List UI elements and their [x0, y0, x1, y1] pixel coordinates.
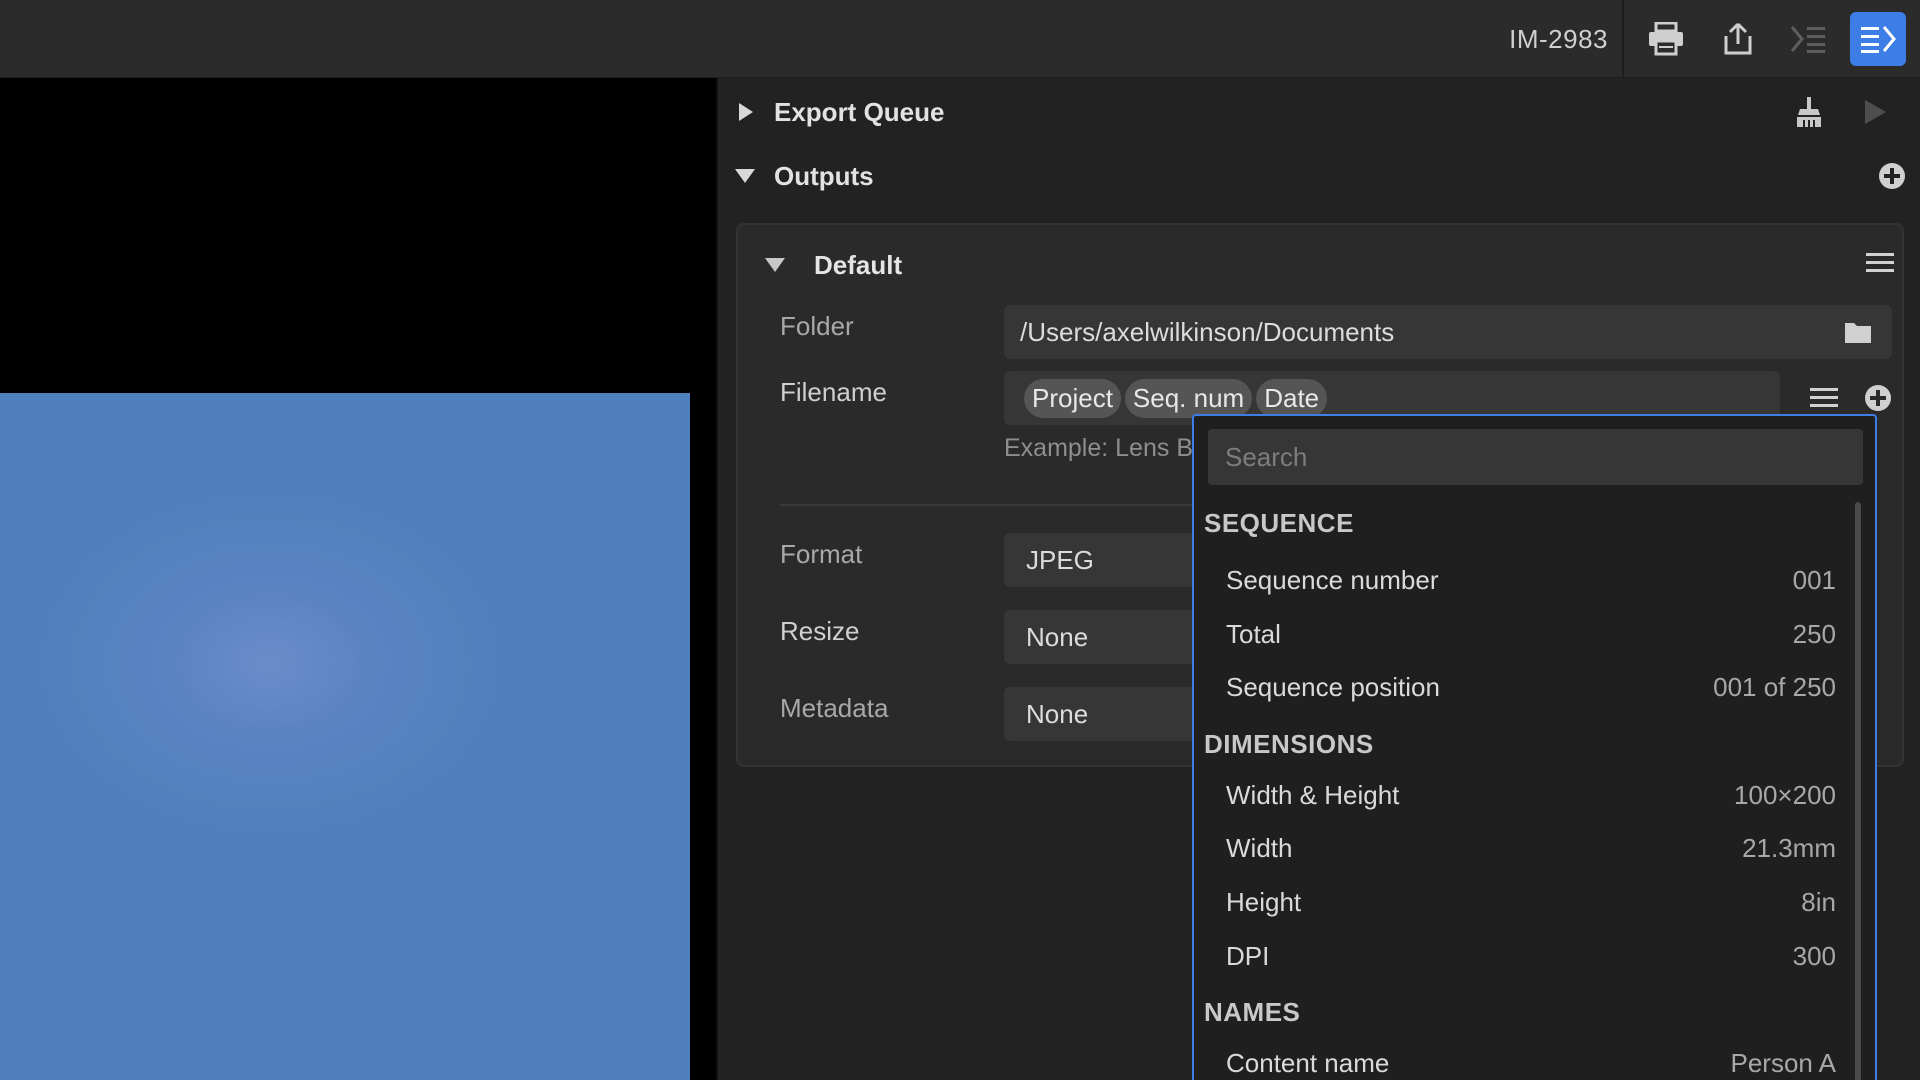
filename-example: Example: Lens Bl — [1004, 434, 1199, 462]
export-queue-header[interactable]: Export Queue — [718, 80, 1920, 144]
top-toolbar: IM-2983 — [0, 0, 1920, 78]
group-header-dimensions: DIMENSIONS — [1204, 729, 1374, 759]
filename-token[interactable]: Seq. num — [1124, 378, 1253, 418]
menu-item-width-height[interactable]: Width & Height 100×200 — [1208, 770, 1836, 820]
menu-item-width[interactable]: Width 21.3mm — [1208, 823, 1836, 873]
resize-label: Resize — [780, 616, 860, 646]
outputs-header[interactable]: Outputs — [718, 144, 1920, 208]
print-icon — [1649, 22, 1683, 56]
chevron-down-icon — [765, 258, 785, 272]
menu-item-dpi[interactable]: DPI 300 — [1208, 931, 1836, 981]
menu-item-content-name[interactable]: Content name Person A — [1208, 1038, 1836, 1080]
chevron-down-icon — [735, 169, 755, 183]
share-button[interactable] — [1710, 12, 1766, 66]
preset-header[interactable]: Default — [738, 225, 1902, 305]
format-label: Format — [780, 539, 863, 569]
export-queue-title: Export Queue — [774, 96, 945, 127]
left-panel-toggle-icon — [1790, 26, 1825, 53]
filename-token[interactable]: Project — [1024, 378, 1121, 418]
image-preview — [0, 393, 690, 1080]
print-button[interactable] — [1638, 12, 1694, 66]
menu-item-total[interactable]: Total 250 — [1208, 609, 1836, 659]
right-panel-toggle-icon — [1861, 26, 1896, 53]
resize-value: None — [1026, 621, 1089, 652]
folder-label: Folder — [780, 311, 854, 341]
token-search-input[interactable] — [1208, 429, 1863, 485]
metadata-label: Metadata — [780, 693, 889, 723]
folder-field[interactable]: /Users/axelwilkinson/Documents — [1004, 305, 1892, 359]
clear-queue-icon[interactable] — [1794, 96, 1824, 128]
filename-menu-icon[interactable] — [1810, 386, 1838, 410]
menu-scrollbar[interactable] — [1855, 502, 1861, 1080]
image-viewer[interactable] — [0, 78, 716, 1080]
preset-menu-icon[interactable] — [1866, 251, 1894, 275]
add-token-icon[interactable] — [1864, 384, 1892, 412]
metadata-value: None — [1026, 698, 1089, 729]
group-header-names: NAMES — [1204, 997, 1301, 1027]
menu-item-sequence-number[interactable]: Sequence number 001 — [1208, 555, 1836, 605]
filename-token-menu: SEQUENCE Sequence number 001 Total 250 S… — [1192, 414, 1877, 1080]
document-id: IM-2983 — [1509, 24, 1608, 54]
right-panel-toggle-button[interactable] — [1850, 12, 1906, 66]
left-panel-toggle-button[interactable] — [1780, 12, 1836, 66]
play-icon[interactable] — [1862, 98, 1888, 126]
filename-label: Filename — [780, 377, 887, 407]
folder-icon[interactable] — [1844, 320, 1872, 344]
chevron-right-icon — [739, 103, 753, 121]
add-output-icon[interactable] — [1878, 162, 1906, 190]
share-icon — [1724, 22, 1752, 55]
menu-item-height[interactable]: Height 8in — [1208, 877, 1836, 927]
outputs-title: Outputs — [774, 160, 874, 191]
format-value: JPEG — [1026, 544, 1094, 575]
group-header-sequence: SEQUENCE — [1204, 508, 1354, 538]
menu-item-sequence-position[interactable]: Sequence position 001 of 250 — [1208, 662, 1836, 712]
folder-path: /Users/axelwilkinson/Documents — [1020, 316, 1395, 347]
toolbar-divider — [1622, 0, 1624, 78]
filename-token[interactable]: Date — [1256, 378, 1328, 418]
preset-title: Default — [814, 249, 903, 280]
